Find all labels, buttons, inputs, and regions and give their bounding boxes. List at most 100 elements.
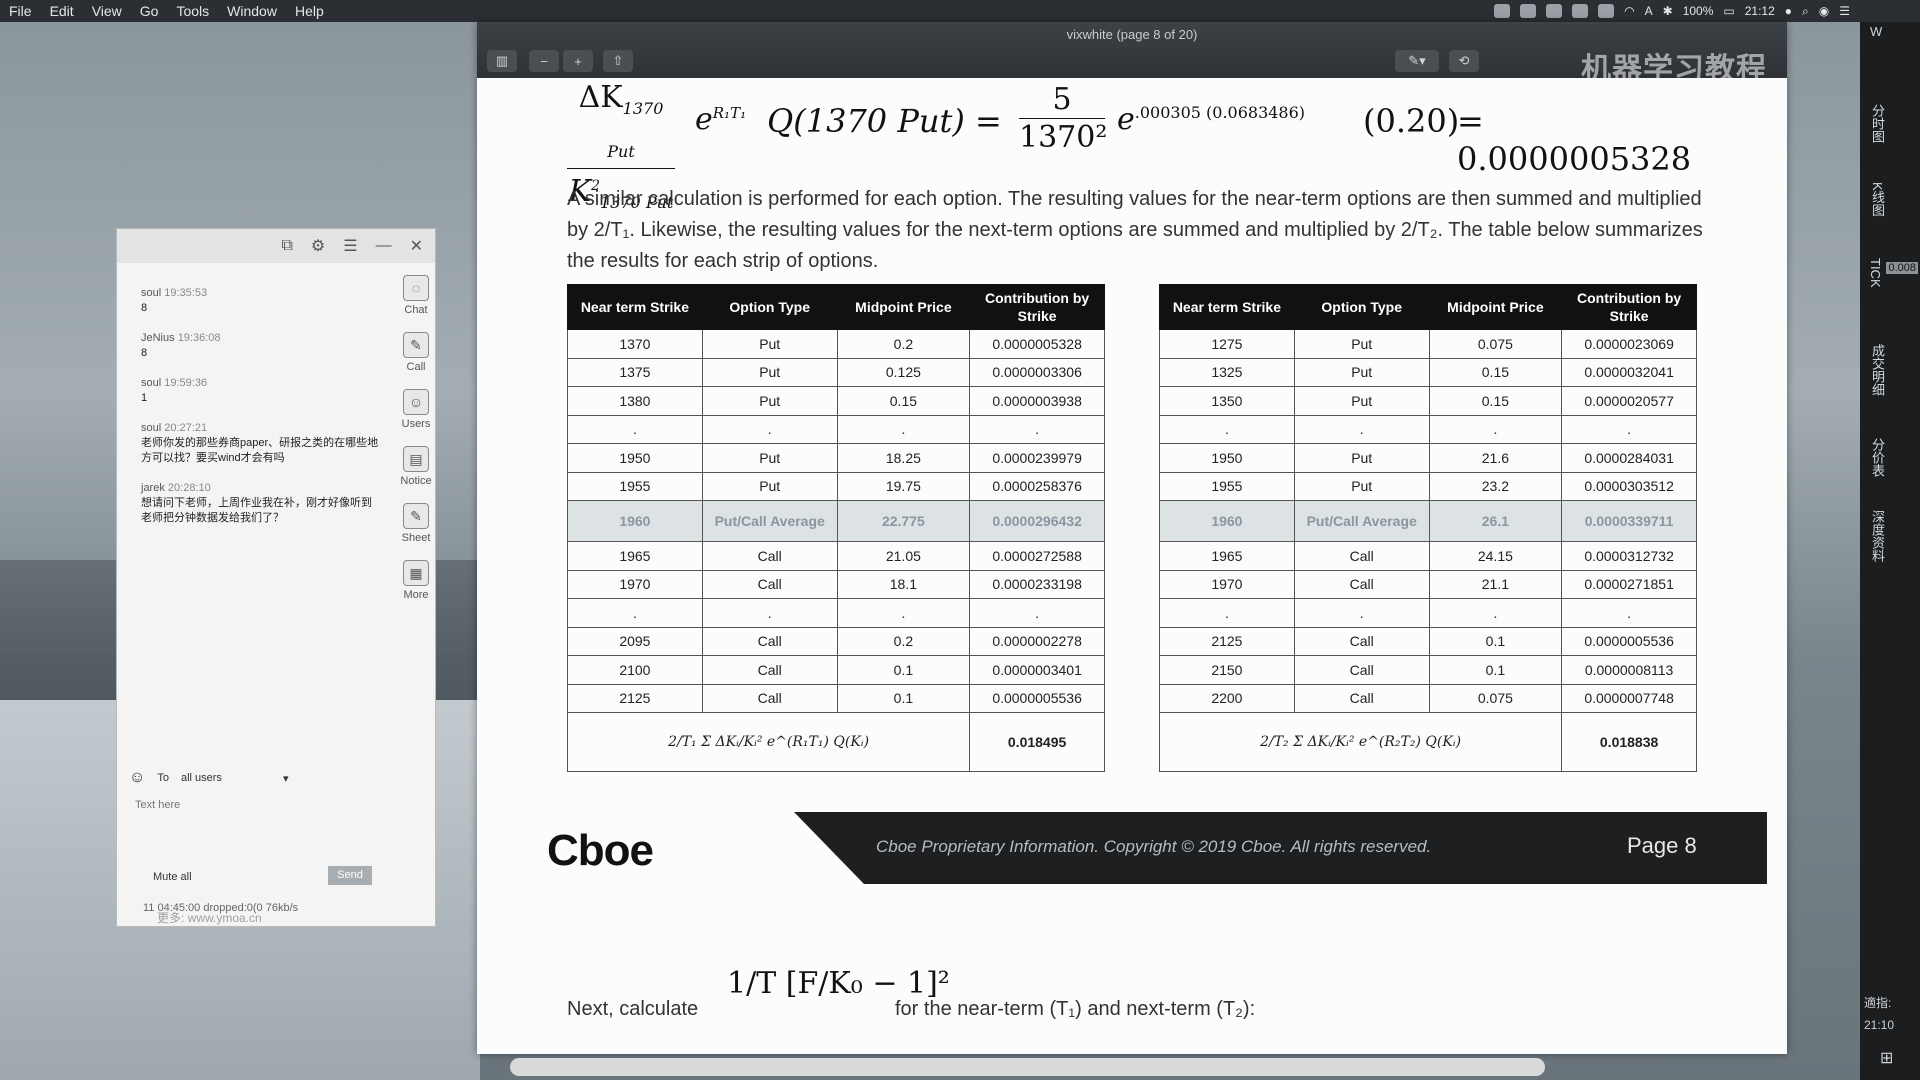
menu-icon[interactable]: ☰ [343, 236, 357, 256]
cell-contribution: 0.0000003306 [969, 357, 1105, 387]
table-row: 1950 Put 18.25 0.0000239979 [567, 443, 1105, 473]
menu-help[interactable]: Help [286, 3, 333, 19]
table-row: 2125 Call 0.1 0.0000005536 [1159, 626, 1697, 656]
mute-all-toggle[interactable]: Mute all [153, 871, 192, 883]
side-label: Chat [404, 304, 428, 316]
notice-icon: ▤ [403, 446, 429, 472]
clock[interactable]: 21:12 [1745, 4, 1775, 18]
exponential-e: e [695, 102, 713, 137]
menu-go[interactable]: Go [131, 3, 168, 19]
rotate-button[interactable]: ⟲ [1449, 50, 1479, 72]
side-call[interactable]: ✎ Call [399, 332, 433, 373]
zoom-out-button[interactable]: − [529, 50, 559, 72]
chat-sidebar: ◌ Chat ✎ Call ☺ Users ▤ Notice ✎ Sheet ▦ More [399, 275, 433, 617]
menu-window[interactable]: Window [218, 3, 286, 19]
user-icon[interactable]: ● [1785, 4, 1792, 18]
minimize-icon[interactable]: — [376, 237, 392, 255]
cell-midpoint: 0.1 [836, 655, 971, 685]
sync-icon[interactable] [1520, 4, 1537, 18]
cell-strike: 1950 [1159, 443, 1295, 473]
table-row: 2150 Call 0.1 0.0000008113 [1159, 655, 1697, 685]
cell-strike: 1955 [567, 471, 703, 501]
tab-depth[interactable]: 深度资料 [1868, 510, 1887, 562]
table-row: 1325 Put 0.15 0.0000032041 [1159, 357, 1697, 387]
menu-edit[interactable]: Edit [41, 3, 83, 19]
sum-value: 0.018495 [969, 712, 1105, 772]
cell-strike: 1965 [567, 541, 703, 571]
cell-contribution: 0.0000271851 [1561, 569, 1697, 599]
menu-file[interactable]: File [0, 3, 41, 19]
menu-view[interactable]: View [83, 3, 131, 19]
cell-midpoint: 0.15 [1428, 357, 1563, 387]
cell-midpoint: 0.075 [1428, 329, 1563, 359]
cell-type: Call [1293, 683, 1430, 713]
wechat-icon[interactable] [1494, 4, 1511, 18]
tab-tick[interactable]: TICK [1868, 258, 1883, 288]
play-icon[interactable] [1546, 4, 1563, 18]
horizontal-scrollbar[interactable] [510, 1058, 1545, 1076]
cell-type: Put [1293, 443, 1430, 473]
cell-type: . [701, 598, 838, 628]
zoom-in-button[interactable]: + [563, 50, 593, 72]
cell-strike: 1350 [1159, 386, 1295, 416]
table-row: 1375 Put 0.125 0.0000003306 [567, 357, 1105, 387]
close-icon[interactable]: ✕ [410, 236, 423, 256]
cell-type: . [701, 414, 838, 444]
side-label: Users [401, 418, 431, 430]
share-button[interactable]: ⇧ [603, 50, 633, 72]
body-paragraph: A similar calculation is performed for e… [567, 188, 1703, 272]
windows-icon[interactable]: ⊞ [1880, 1048, 1893, 1068]
volume-icon[interactable] [1572, 4, 1589, 18]
tab-trade-detail[interactable]: 成交明细 [1868, 344, 1887, 396]
cell-contribution: 0.0000008113 [1561, 655, 1697, 685]
wifi-icon[interactable]: ◠ [1624, 4, 1634, 18]
cell-type: Put [1293, 471, 1430, 501]
battery-icon[interactable]: ▭ [1723, 4, 1734, 18]
table-row: 2200 Call 0.075 0.0000007748 [1159, 683, 1697, 713]
bluetooth-icon[interactable]: ✱ [1663, 4, 1673, 18]
battery-percent[interactable]: 100% [1683, 4, 1714, 18]
exponential-exponent: R₁T₁ [712, 104, 747, 122]
search-icon[interactable]: ⌕ [1802, 4, 1809, 19]
message-input[interactable]: Text here [135, 799, 180, 811]
tab-kline[interactable]: K线图 [1868, 182, 1887, 217]
price-readout: 0.008 [1886, 262, 1918, 274]
side-chat[interactable]: ◌ Chat [399, 275, 433, 316]
cell-strike: 1325 [1159, 357, 1295, 387]
menu-tools[interactable]: Tools [167, 3, 218, 19]
siri-icon[interactable]: ◉ [1819, 4, 1829, 18]
chat-icon: ◌ [403, 275, 429, 301]
cell-strike: 2150 [1159, 655, 1295, 685]
cell-type: Call [701, 541, 838, 571]
side-users[interactable]: ☺ Users [399, 389, 433, 430]
sum-row: 2/T₁ Σ ΔKᵢ/Kᵢ² e^(R₁T₁) Q(Kᵢ) 0.018495 [566, 712, 1105, 772]
cell-type: Call [1293, 541, 1430, 571]
side-more[interactable]: ▦ More [399, 560, 433, 601]
cell-strike: 1970 [567, 569, 703, 599]
recipient-select[interactable]: all users [181, 772, 271, 784]
tab-timeshare[interactable]: 分时图 [1868, 104, 1887, 143]
side-notice[interactable]: ▤ Notice [399, 446, 433, 487]
popout-icon[interactable]: ⧉ [281, 237, 292, 255]
send-button[interactable]: Send [328, 866, 372, 885]
chevron-down-icon[interactable]: ▾ [283, 772, 289, 785]
notification-center-icon[interactable]: ☰ [1839, 4, 1850, 18]
side-sheet[interactable]: ✎ Sheet [399, 503, 433, 544]
table-header-row: Near term Strike Option Type Midpoint Pr… [1159, 284, 1697, 330]
window-titlebar: vixwhite (page 8 of 20) ▥ − + ⇧ ✎▾ ⟲ 机器学… [477, 22, 1787, 86]
emoji-icon[interactable]: ☺ [129, 769, 145, 787]
sidebar-toggle-button[interactable]: ▥ [487, 50, 517, 72]
markup-button[interactable]: ✎▾ [1395, 50, 1439, 72]
cell-midpoint: 22.775 [836, 500, 971, 542]
tab-price-table[interactable]: 分价表 [1868, 438, 1887, 477]
site-watermark: 更多: www.ymoa.cn [157, 911, 262, 925]
cell-type: Put [701, 329, 838, 359]
message-user: soul [141, 422, 162, 434]
col-header-type: Option Type [701, 284, 838, 330]
cell-type: . [1293, 598, 1430, 628]
display-icon[interactable] [1598, 4, 1615, 18]
table-row: 1370 Put 0.2 0.0000005328 [567, 329, 1105, 359]
cell-midpoint: 21.6 [1428, 443, 1563, 473]
gear-icon[interactable]: ⚙ [311, 236, 325, 256]
input-method-icon[interactable]: A [1645, 4, 1653, 18]
